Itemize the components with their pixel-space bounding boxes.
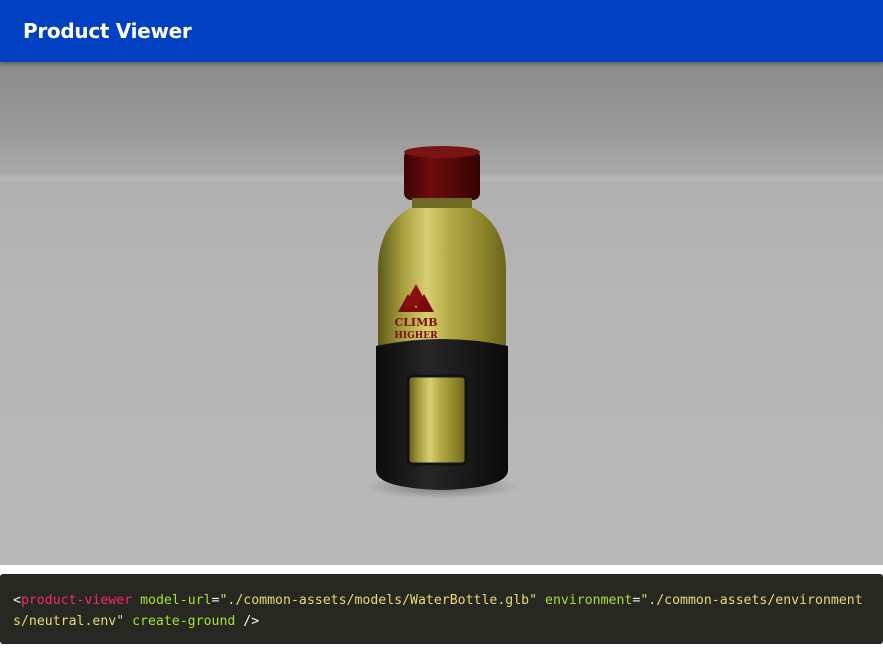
code-open-bracket: < (13, 593, 21, 608)
code-snippet: <product-viewer model-url="./common-asse… (0, 574, 883, 644)
water-bottle-model[interactable]: CLIMB HIGHER (360, 142, 530, 502)
3d-viewer-canvas[interactable]: CLIMB HIGHER (0, 62, 883, 565)
page-title: Product Viewer (23, 19, 192, 43)
code-value-model-url: "./common-assets/models/WaterBottle.glb" (219, 593, 538, 608)
bottle-label-line1: CLIMB (394, 316, 437, 329)
code-close-bracket: /> (243, 614, 260, 629)
code-tag-name: product-viewer (20, 593, 133, 608)
code-attr-model-url: model-url (140, 593, 212, 608)
code-attr-create-ground: create-ground (132, 614, 236, 629)
app-bar: Product Viewer (0, 0, 883, 62)
code-attr-environment: environment (545, 593, 633, 608)
